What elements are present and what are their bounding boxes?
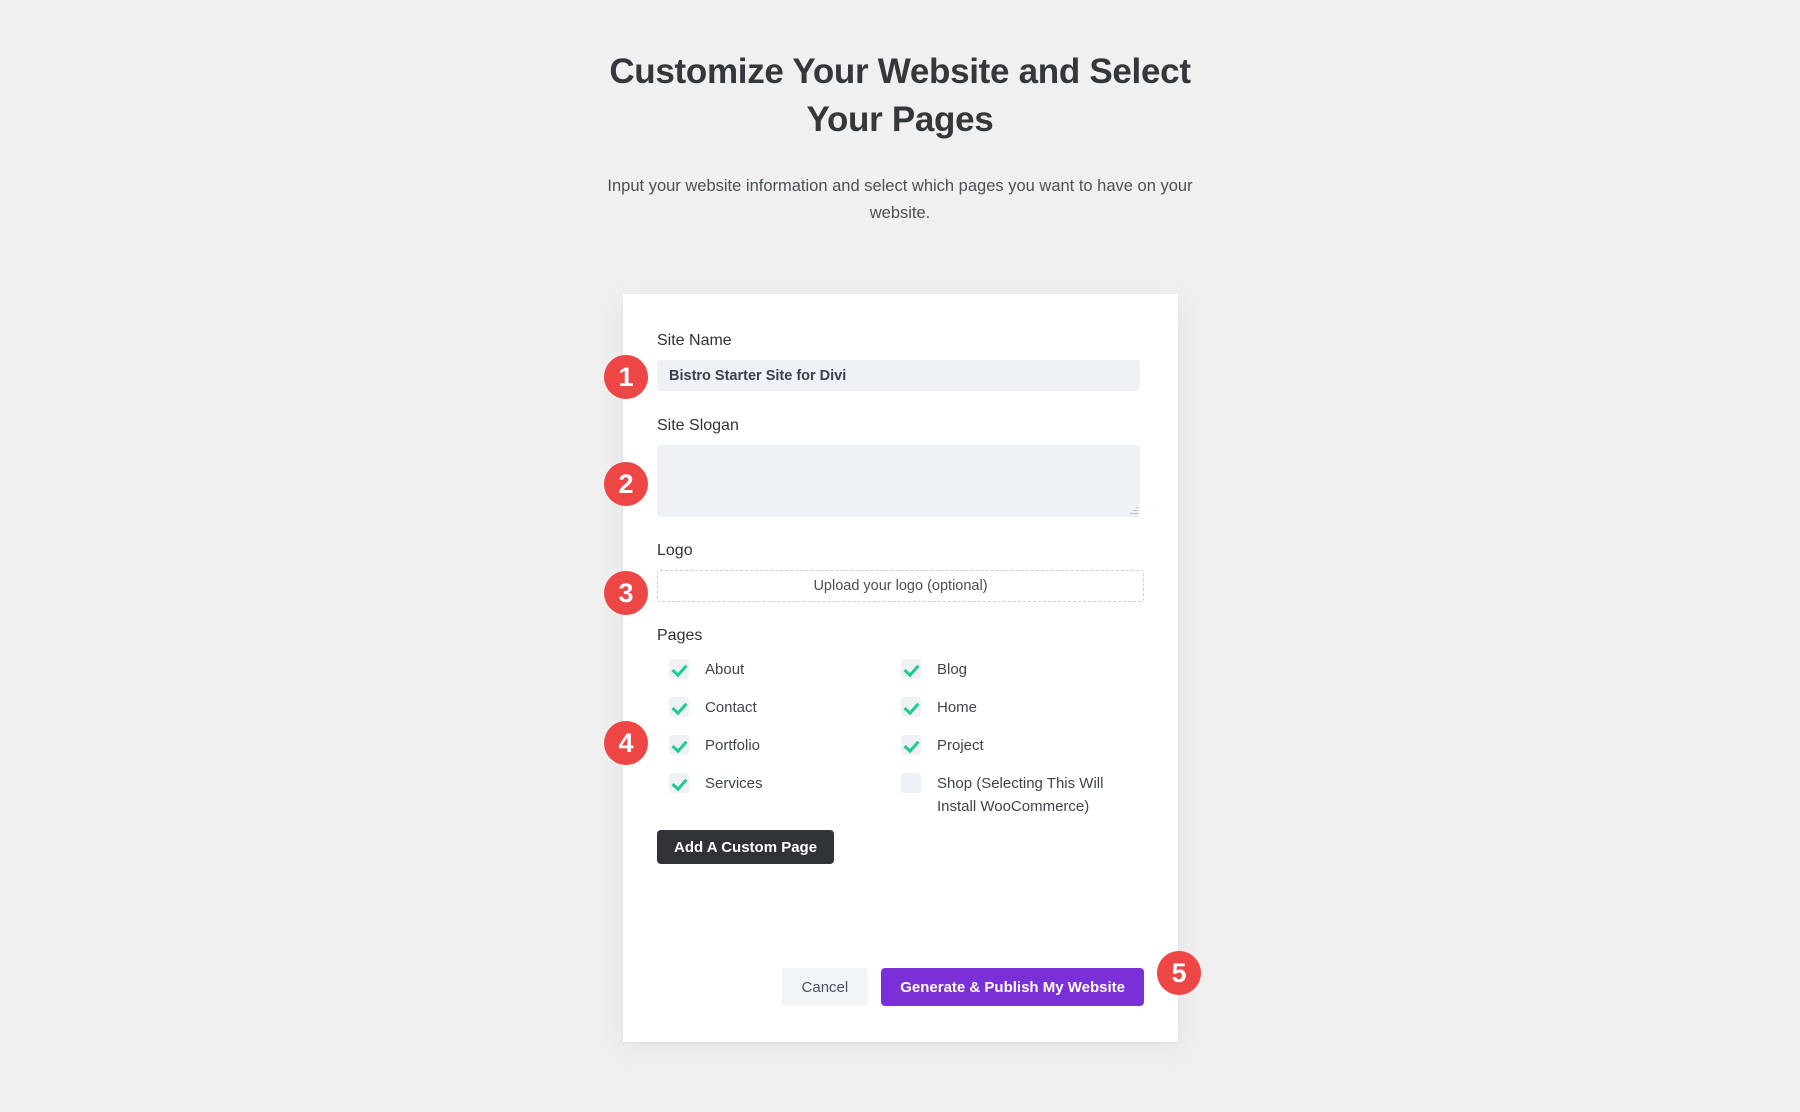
page-option-portfolio[interactable]: Portfolio xyxy=(669,734,901,772)
logo-label: Logo xyxy=(657,542,693,559)
checkbox-home[interactable] xyxy=(901,697,921,717)
checkbox-portfolio[interactable] xyxy=(669,735,689,755)
logo-upload-dropzone[interactable]: Upload your logo (optional) xyxy=(657,570,1144,602)
checkbox-services[interactable] xyxy=(669,773,689,793)
generate-publish-button[interactable]: Generate & Publish My Website xyxy=(881,968,1144,1006)
site-slogan-field-group: Site Slogan xyxy=(657,417,1144,517)
settings-card: Site Name Site Slogan Logo Upload your l… xyxy=(623,294,1178,1042)
site-name-field-group: Site Name xyxy=(657,332,1144,391)
page-subtitle: Input your website information and selec… xyxy=(607,177,1193,222)
page-option-label: Contact xyxy=(705,699,757,716)
site-slogan-wrapper xyxy=(657,445,1140,517)
page-option-services[interactable]: Services xyxy=(669,772,901,818)
step-badge-4: 4 xyxy=(604,721,648,765)
site-slogan-textarea[interactable] xyxy=(657,445,1140,517)
checkbox-contact[interactable] xyxy=(669,697,689,717)
site-name-input[interactable] xyxy=(657,360,1140,391)
page-option-blog[interactable]: Blog xyxy=(901,658,1133,696)
page-option-label: Blog xyxy=(937,661,968,678)
pages-checkbox-grid: About Blog Contact Home Portfolio Projec… xyxy=(669,658,1156,818)
checkbox-shop[interactable] xyxy=(901,773,921,793)
step-badge-2: 2 xyxy=(604,462,648,506)
logo-upload-text: Upload your logo (optional) xyxy=(813,578,988,594)
cancel-button[interactable]: Cancel xyxy=(781,968,869,1006)
page-option-label: About xyxy=(705,661,745,678)
step-badge-5: 5 xyxy=(1157,951,1201,995)
site-slogan-label: Site Slogan xyxy=(657,417,739,434)
logo-field-group: Logo Upload your logo (optional) xyxy=(657,542,1144,602)
step-badge-1: 1 xyxy=(604,355,648,399)
wizard-page: Customize Your Website and Select Your P… xyxy=(0,0,1800,1112)
page-option-label: Services xyxy=(705,775,763,792)
page-option-project[interactable]: Project xyxy=(901,734,1133,772)
checkbox-about[interactable] xyxy=(669,659,689,679)
pages-label: Pages xyxy=(657,627,703,644)
step-badge-3: 3 xyxy=(604,571,648,615)
card-footer-actions: Cancel Generate & Publish My Website xyxy=(657,968,1144,1006)
page-option-label: Project xyxy=(937,737,984,754)
checkbox-project[interactable] xyxy=(901,735,921,755)
site-name-label: Site Name xyxy=(657,332,732,349)
page-option-home[interactable]: Home xyxy=(901,696,1133,734)
page-option-label: Home xyxy=(937,699,978,716)
page-option-about[interactable]: About xyxy=(669,658,901,696)
checkbox-blog[interactable] xyxy=(901,659,921,679)
pages-field-group: Pages About Blog Contact Home Portfolio … xyxy=(657,627,1144,864)
page-option-shop[interactable]: Shop (Selecting This Will Install WooCom… xyxy=(901,772,1133,818)
card-content: Site Name Site Slogan Logo Upload your l… xyxy=(657,332,1144,864)
page-title: Customize Your Website and Select Your P… xyxy=(609,52,1191,139)
page-option-contact[interactable]: Contact xyxy=(669,696,901,734)
page-option-label: Portfolio xyxy=(705,737,761,754)
page-header: Customize Your Website and Select Your P… xyxy=(590,48,1210,227)
add-custom-page-button[interactable]: Add A Custom Page xyxy=(657,830,835,864)
page-option-label: Shop (Selecting This Will Install WooCom… xyxy=(937,775,1104,815)
